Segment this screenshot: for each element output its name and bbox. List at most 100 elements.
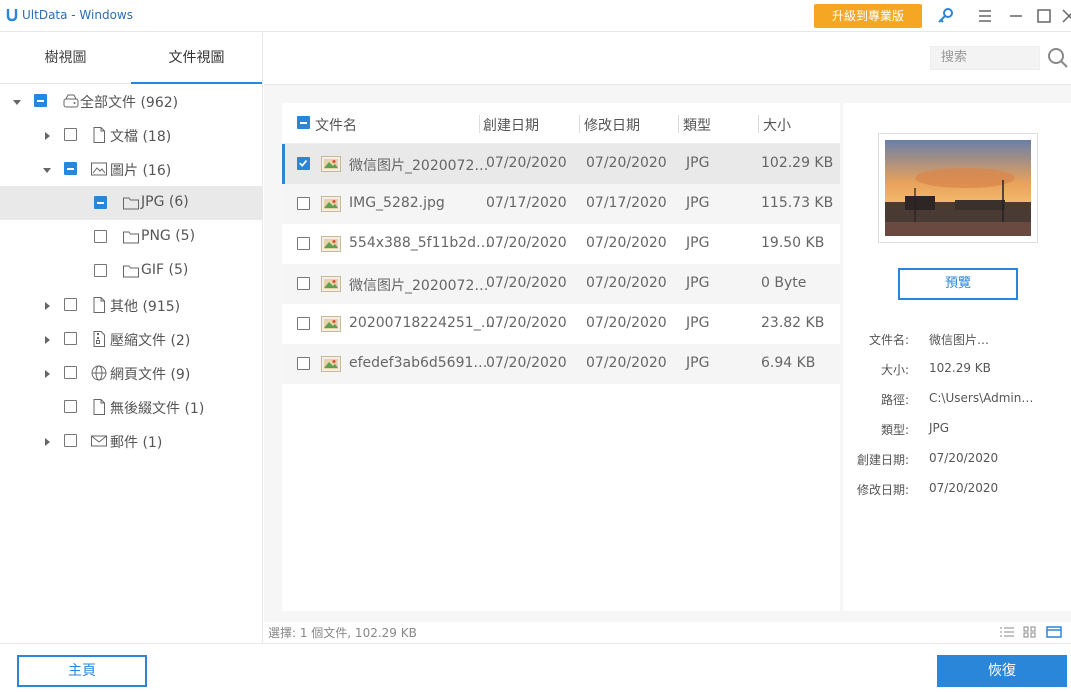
- selection-status: 選擇: 1 個文件, 102.29 KB: [268, 626, 417, 640]
- property-label: 大小:: [880, 363, 909, 377]
- caret-right-icon[interactable]: [42, 333, 52, 344]
- header-type[interactable]: 類型: [683, 115, 711, 135]
- file-row[interactable]: 554x388_5f11b2d… 07/20/2020 07/20/2020 JPG 1…: [282, 224, 840, 264]
- tree-item[interactable]: 郵件 (1): [0, 424, 263, 458]
- tab-tree-view[interactable]: 樹視圖: [0, 33, 131, 84]
- file-type: JPG: [686, 195, 710, 211]
- tree-item-checkbox[interactable]: [94, 264, 107, 277]
- tree-item-label: 郵件 (1): [110, 435, 163, 451]
- image-file-icon: [321, 196, 341, 212]
- image-icon: [90, 160, 108, 178]
- tree-item-checkbox[interactable]: [64, 162, 77, 175]
- tree-item-checkbox[interactable]: [64, 128, 77, 141]
- tree-item[interactable]: JPG (6): [0, 186, 263, 220]
- tree-item[interactable]: PNG (5): [0, 220, 263, 254]
- tree-item-checkbox[interactable]: [64, 366, 77, 379]
- file-created-date: 07/17/2020: [486, 195, 567, 211]
- caret-down-icon[interactable]: [12, 95, 22, 105]
- left-panel: 樹視圖 文件視圖 全部文件 (962) 文檔 (18) 圖片 (16) JPG (6)…: [0, 33, 263, 643]
- image-file-icon: [321, 236, 341, 252]
- image-file-icon: [321, 276, 341, 292]
- tree-item[interactable]: 網頁文件 (9): [0, 356, 263, 390]
- tree-item[interactable]: GIF (5): [0, 254, 263, 288]
- tree-item[interactable]: 無後綴文件 (1): [0, 390, 263, 424]
- home-button[interactable]: 主頁: [17, 655, 147, 687]
- file-row[interactable]: 微信图片_2020072… 07/20/2020 07/20/2020 JPG 0 By…: [282, 264, 840, 304]
- column-separator: [678, 115, 679, 133]
- file-row[interactable]: 微信图片_2020072… 07/20/2020 07/20/2020 JPG 102.…: [282, 144, 840, 184]
- file-type: JPG: [686, 235, 710, 251]
- upgrade-button[interactable]: 升級到專業版: [814, 4, 922, 28]
- file-created-date: 07/20/2020: [486, 355, 567, 371]
- maximize-icon[interactable]: [1034, 6, 1054, 26]
- file-created-date: 07/20/2020: [486, 155, 567, 171]
- key-icon[interactable]: [935, 6, 955, 26]
- tree-item-checkbox[interactable]: [64, 298, 77, 311]
- property-value: JPG: [929, 421, 950, 435]
- view-tabs: 樹視圖 文件視圖: [0, 33, 263, 84]
- file-size: 19.50 KB: [761, 235, 825, 251]
- tree-item[interactable]: 壓縮文件 (2): [0, 322, 263, 356]
- grid-view-icon[interactable]: [1022, 625, 1038, 639]
- tab-file-view[interactable]: 文件視圖: [131, 33, 262, 84]
- file-row-checkbox[interactable]: [297, 277, 310, 290]
- list-view-icon[interactable]: [999, 625, 1015, 639]
- tree-item-checkbox[interactable]: [94, 196, 107, 209]
- column-separator: [579, 115, 580, 133]
- header-modified[interactable]: 修改日期: [584, 115, 640, 135]
- tree-item[interactable]: 其他 (915): [0, 288, 263, 322]
- file-row[interactable]: 20200718224251_… 07/20/2020 07/20/2020 JPG 2…: [282, 304, 840, 344]
- recover-button[interactable]: 恢復: [937, 655, 1067, 687]
- detail-view-icon[interactable]: [1046, 625, 1062, 639]
- file-modified-date: 07/20/2020: [586, 155, 667, 171]
- caret-right-icon[interactable]: [42, 299, 52, 310]
- property-label: 路徑:: [880, 393, 909, 407]
- header-name[interactable]: 文件名: [315, 115, 357, 135]
- file-row[interactable]: IMG_5282.jpg 07/17/2020 07/17/2020 JPG 115.7…: [282, 184, 840, 224]
- tree-item-label: GIF (5): [141, 262, 189, 278]
- file-row-checkbox[interactable]: [297, 197, 310, 210]
- tree-item-checkbox[interactable]: [34, 94, 47, 107]
- tree-item-label: 全部文件 (962): [80, 95, 179, 111]
- property-label: 類型:: [880, 423, 909, 437]
- file-created-date: 07/20/2020: [486, 315, 567, 331]
- tree-item-checkbox[interactable]: [94, 230, 107, 243]
- search-icon[interactable]: [1046, 46, 1070, 70]
- tree-item[interactable]: 文檔 (18): [0, 118, 263, 152]
- tree-item-checkbox[interactable]: [64, 400, 77, 413]
- file-type: JPG: [686, 275, 710, 291]
- search-input[interactable]: 搜索: [930, 46, 1040, 70]
- file-size: 23.82 KB: [761, 315, 825, 331]
- bottom-bar: 主頁 恢復: [0, 643, 1071, 692]
- file-row[interactable]: efedef3ab6d5691… 07/20/2020 07/20/2020 JPG 6…: [282, 344, 840, 384]
- file-row-checkbox[interactable]: [297, 317, 310, 330]
- menu-icon[interactable]: [975, 6, 995, 26]
- file-size: 0 Byte: [761, 275, 807, 291]
- archive-icon: [90, 330, 108, 348]
- preview-button[interactable]: 預覽: [898, 268, 1018, 300]
- caret-right-icon[interactable]: [42, 367, 52, 378]
- caret-right-icon[interactable]: [42, 435, 52, 446]
- close-icon[interactable]: [1059, 6, 1071, 26]
- select-all-checkbox[interactable]: [297, 116, 310, 129]
- file-modified-date: 07/20/2020: [586, 275, 667, 291]
- tree-item-checkbox[interactable]: [64, 332, 77, 345]
- caret-down-icon[interactable]: [42, 163, 52, 173]
- column-separator: [479, 115, 480, 133]
- tree-item-label: PNG (5): [141, 228, 196, 244]
- tree-item[interactable]: 圖片 (16): [0, 152, 263, 186]
- header-size[interactable]: 大小: [763, 115, 791, 135]
- tree-item-checkbox[interactable]: [64, 434, 77, 447]
- app-title: UltData - Windows: [22, 8, 133, 22]
- minimize-icon[interactable]: [1006, 6, 1026, 26]
- caret-right-icon[interactable]: [42, 129, 52, 140]
- file-row-checkbox[interactable]: [297, 157, 310, 170]
- header-created[interactable]: 創建日期: [483, 115, 539, 135]
- property-value: 07/20/2020: [929, 451, 999, 465]
- file-row-checkbox[interactable]: [297, 237, 310, 250]
- file-name: 554x388_5f11b2d…: [349, 235, 491, 251]
- tree-item[interactable]: 全部文件 (962): [0, 84, 263, 118]
- property-label: 創建日期:: [856, 453, 909, 467]
- file-row-checkbox[interactable]: [297, 357, 310, 370]
- property-value: 微信图片…: [929, 333, 990, 347]
